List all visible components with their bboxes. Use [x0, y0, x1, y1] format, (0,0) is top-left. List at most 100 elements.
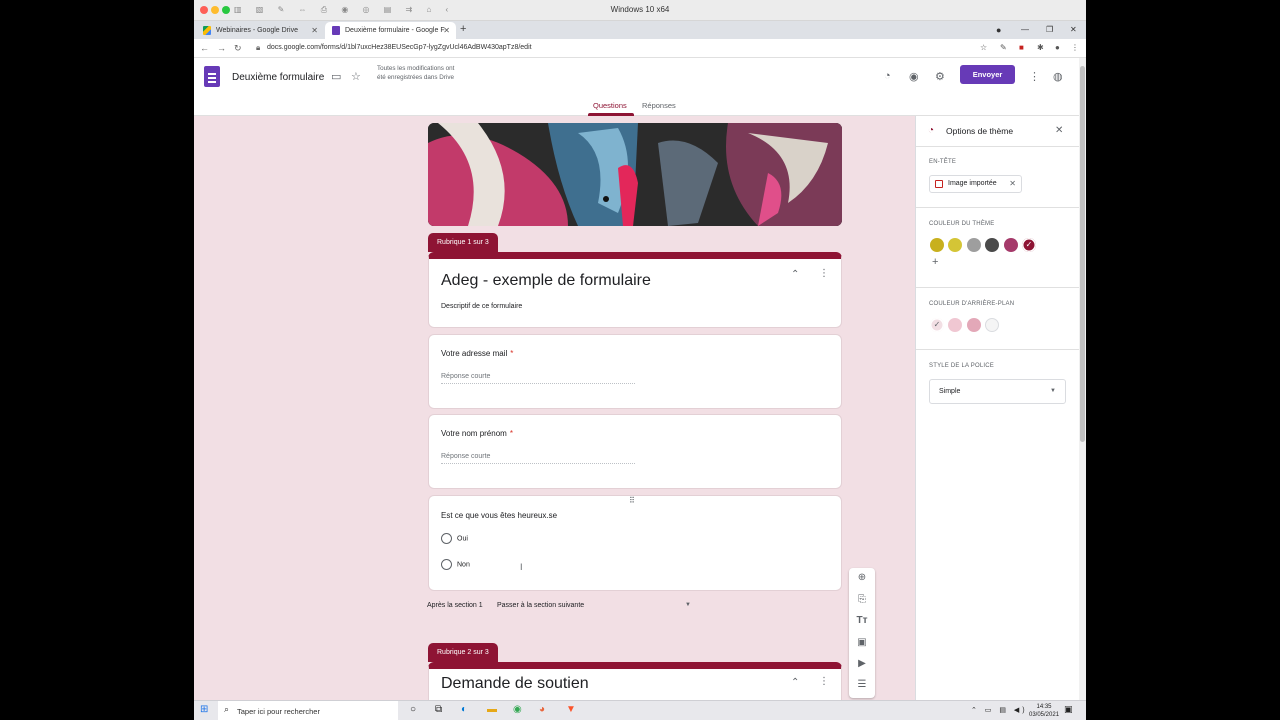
add-custom-color-icon[interactable]: + — [932, 256, 938, 268]
form-description[interactable]: Descriptif de ce formulaire — [441, 303, 522, 310]
file-explorer-icon[interactable]: ▬ — [487, 704, 497, 715]
short-answer-field: Réponse courte — [441, 453, 635, 464]
palette-icon[interactable]: ◔ — [884, 70, 891, 82]
clock-time: 14:35 — [1036, 704, 1052, 710]
palette-icon: ◔ — [928, 125, 935, 136]
task-view-icon[interactable]: ⧉ — [435, 704, 442, 715]
close-tab-icon[interactable]: ✕ — [311, 26, 318, 35]
after-section-select[interactable]: Passer à la section suivante ▼ — [497, 602, 691, 609]
cortana-icon[interactable]: ○ — [410, 704, 416, 715]
font-style-select[interactable]: Simple ▼ — [929, 379, 1066, 404]
close-panel-icon[interactable]: ✕ — [1055, 125, 1063, 136]
close-icon[interactable]: ✕ — [1070, 25, 1077, 34]
dropdown-arrow-icon: ▼ — [685, 602, 691, 608]
settings-gear-icon[interactable]: ⚙ — [935, 70, 945, 83]
tab-responses[interactable]: Réponses — [642, 101, 676, 110]
panel-title: Options de thème — [946, 126, 1014, 136]
forms-icon — [332, 26, 340, 35]
extension-icon[interactable]: ■ — [1019, 43, 1024, 52]
header-image-chip[interactable]: Image importée ✕ — [929, 175, 1022, 193]
color-swatch[interactable] — [930, 238, 944, 252]
form-title-card[interactable]: Adeg - exemple de formulaire Descriptif … — [428, 252, 842, 328]
folder-icon[interactable]: ▭ — [331, 70, 341, 83]
radio-button[interactable] — [441, 533, 452, 544]
question-card-happy[interactable]: ⠿ Est ce que vous êtes heureux.se Oui No… — [428, 495, 842, 591]
color-swatch[interactable] — [985, 318, 1000, 332]
color-swatch[interactable] — [966, 238, 981, 252]
color-swatch[interactable]: ✓ — [1022, 238, 1036, 252]
option-oui[interactable]: Oui — [441, 533, 468, 544]
windows-start-icon[interactable]: ⊞ — [200, 704, 208, 715]
color-swatch[interactable] — [985, 238, 1000, 252]
close-tab-icon[interactable]: ✕ — [443, 26, 450, 35]
divider — [916, 349, 1080, 350]
collapse-section-icon[interactable]: ⌃ — [791, 269, 799, 280]
system-tray-icons[interactable]: ⌃ ▭ ▤ ◀) — [971, 706, 1028, 714]
color-swatch[interactable] — [966, 318, 981, 332]
remove-header-icon[interactable]: ✕ — [1009, 179, 1016, 188]
question-card-email[interactable]: Votre adresse mail * Réponse courte — [428, 334, 842, 409]
more-options-icon[interactable]: ⋮ — [819, 268, 829, 279]
firefox-icon[interactable]: ◕ — [539, 704, 545, 715]
question-card-name[interactable]: Votre nom prénom * Réponse courte — [428, 414, 842, 489]
color-swatch[interactable] — [948, 238, 963, 252]
add-title-icon[interactable]: Tт — [849, 615, 875, 626]
section-2-card[interactable]: Demande de soutien ⌃ ⋮ — [428, 662, 842, 700]
form-canvas[interactable]: Rubrique 1 sur 3 Adeg - exemple de formu… — [194, 116, 915, 700]
tab-label: Deuxième formulaire - Google F — [345, 27, 445, 34]
add-question-icon[interactable]: ⊕ — [849, 572, 875, 583]
url-field[interactable]: docs.google.com/forms/d/1bl7uxcHez38EUSe… — [267, 44, 532, 51]
reload-icon[interactable]: ↻ — [234, 43, 242, 54]
import-questions-icon[interactable]: ⎘ — [849, 594, 875, 605]
star-icon[interactable]: ☆ — [351, 70, 361, 83]
add-image-icon[interactable]: ▣ — [849, 637, 875, 648]
restore-icon[interactable]: ❐ — [1046, 25, 1053, 34]
header-section-label: EN-TÊTE — [929, 159, 957, 165]
scrollbar-thumb[interactable] — [1080, 66, 1085, 442]
preview-eye-icon[interactable]: ◉ — [909, 70, 919, 83]
minimize-icon[interactable]: — — [1021, 25, 1029, 34]
color-swatch[interactable]: ✓ — [930, 318, 944, 332]
question-text: Votre nom prénom — [441, 429, 507, 438]
color-swatch[interactable] — [1003, 238, 1018, 252]
forward-icon[interactable]: → — [217, 43, 226, 53]
document-title[interactable]: Deuxième formulaire — [232, 72, 324, 83]
profile-icon[interactable]: ● — [1055, 43, 1060, 52]
required-marker: * — [510, 349, 514, 358]
menu-icon[interactable]: ⋮ — [1071, 43, 1079, 52]
more-options-icon[interactable]: ⋮ — [819, 676, 829, 687]
back-icon[interactable]: ← — [200, 43, 209, 53]
lock-icon[interactable]: 🔒︎ — [256, 43, 260, 53]
tab-forms[interactable]: Deuxième formulaire - Google F ✕ — [325, 22, 456, 39]
radio-button[interactable] — [441, 559, 452, 570]
taskbar-clock[interactable]: 14:35 03/05/2021 — [1029, 703, 1059, 719]
collapse-section-icon[interactable]: ⌃ — [791, 677, 799, 688]
more-menu-icon[interactable]: ⋮ — [1029, 70, 1040, 83]
account-icon[interactable]: ● — [996, 25, 1001, 35]
new-tab-icon[interactable]: + — [460, 23, 466, 35]
question-label: Votre adresse mail * — [441, 349, 513, 358]
color-swatch[interactable] — [948, 318, 963, 332]
section-2-title[interactable]: Demande de soutien — [441, 675, 589, 693]
add-section-icon[interactable]: ☰ — [849, 679, 875, 690]
add-video-icon[interactable]: ▶ — [849, 658, 875, 669]
forms-logo-icon[interactable] — [204, 66, 220, 87]
bookmark-star-icon[interactable]: ☆ — [980, 43, 987, 52]
notifications-icon[interactable]: ▣ — [1064, 704, 1073, 715]
page-scrollbar[interactable] — [1079, 58, 1086, 700]
taskbar-search[interactable]: ⌕ Taper ici pour rechercher — [218, 701, 398, 720]
send-button[interactable]: Envoyer — [960, 65, 1015, 84]
font-style-value: Simple — [939, 388, 961, 395]
tab-drive[interactable]: Webinaires - Google Drive ✕ — [196, 22, 324, 39]
theme-options-panel: ◔ Options de thème ✕ EN-TÊTE Image impor… — [915, 116, 1080, 700]
tab-questions[interactable]: Questions — [593, 101, 627, 110]
chrome-icon[interactable]: ◉ — [513, 704, 522, 715]
extension-icon[interactable]: ✎ — [1000, 43, 1007, 52]
option-non[interactable]: Non — [441, 559, 470, 570]
account-avatar-icon[interactable]: ◍ — [1053, 70, 1063, 83]
form-title[interactable]: Adeg - exemple de formulaire — [441, 272, 651, 290]
puzzle-icon[interactable]: ✱ — [1037, 43, 1044, 52]
edge-icon[interactable]: ◐ — [461, 704, 467, 715]
brave-icon[interactable]: ▼ — [566, 704, 576, 715]
drag-handle-icon[interactable]: ⠿ — [629, 496, 635, 505]
